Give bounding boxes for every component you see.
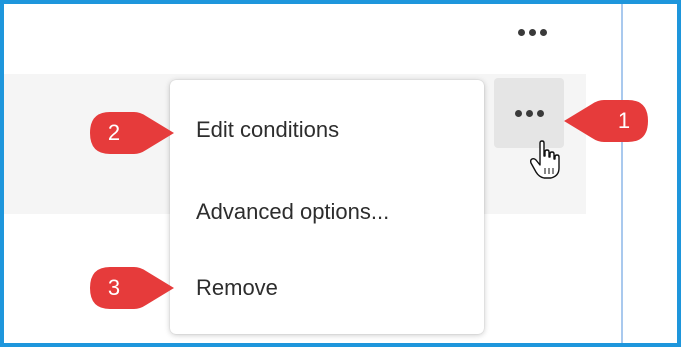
menu-item-label: Advanced options...	[196, 199, 390, 224]
callout-2: 2	[88, 110, 174, 156]
more-options-button-active[interactable]	[494, 78, 564, 148]
menu-item-label: Edit conditions	[196, 117, 340, 142]
more-options-button-top[interactable]	[500, 16, 564, 48]
hand-pointer-icon	[529, 140, 560, 180]
callout-1: 1	[564, 98, 650, 144]
callout-number: 3	[107, 275, 121, 300]
more-horizontal-icon	[517, 28, 547, 36]
right-pane	[623, 4, 677, 343]
callout-number: 2	[107, 120, 121, 145]
callout-3: 3	[88, 265, 174, 311]
screenshot-frame: Edit conditions Advanced options... Remo…	[0, 0, 681, 347]
context-menu: Edit conditions Advanced options... Remo…	[170, 80, 484, 334]
callout-number: 1	[617, 108, 631, 133]
menu-item-label: Remove	[196, 275, 278, 300]
menu-item-edit-conditions[interactable]: Edit conditions	[170, 104, 484, 156]
menu-item-remove[interactable]: Remove	[170, 262, 484, 314]
menu-item-advanced-options[interactable]: Advanced options...	[170, 186, 484, 238]
more-horizontal-icon	[514, 109, 544, 117]
